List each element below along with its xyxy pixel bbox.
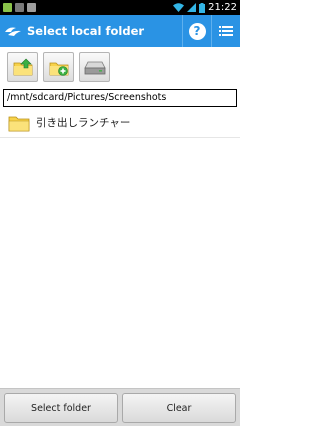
photo-icon bbox=[15, 3, 24, 12]
bottom-action-bar: Select folder Clear bbox=[0, 388, 240, 426]
storage-drive-icon bbox=[83, 61, 106, 75]
clear-button[interactable]: Clear bbox=[122, 393, 236, 423]
app-logo-icon[interactable] bbox=[2, 20, 24, 42]
new-folder-button[interactable] bbox=[43, 52, 74, 82]
list-menu-icon bbox=[219, 26, 233, 36]
parent-folder-button[interactable] bbox=[7, 52, 38, 82]
notification-icons bbox=[3, 3, 36, 12]
wifi-icon bbox=[173, 3, 185, 12]
app-bar: Select local folder ? bbox=[0, 15, 240, 47]
battery-icon bbox=[199, 2, 206, 13]
status-bar: 21:22 bbox=[0, 0, 240, 15]
help-button[interactable]: ? bbox=[183, 15, 211, 47]
status-time: 21:22 bbox=[208, 2, 237, 13]
folder-name: 引き出しランチャー bbox=[36, 117, 131, 129]
help-icon: ? bbox=[188, 22, 206, 40]
select-folder-button[interactable]: Select folder bbox=[4, 393, 118, 423]
storage-drive-button[interactable] bbox=[79, 52, 110, 82]
new-folder-icon bbox=[49, 62, 68, 76]
menu-button[interactable] bbox=[212, 15, 240, 47]
list-item[interactable]: 引き出しランチャー bbox=[0, 108, 240, 138]
page-title: Select local folder bbox=[27, 24, 145, 38]
signal-icon bbox=[187, 3, 197, 12]
parent-folder-icon bbox=[13, 58, 32, 76]
image-icon bbox=[27, 3, 36, 12]
current-path: /mnt/sdcard/Pictures/Screenshots bbox=[3, 89, 237, 107]
folder-toolbar bbox=[0, 47, 240, 87]
folder-list: 引き出しランチャー bbox=[0, 108, 240, 388]
notification-icon bbox=[3, 3, 12, 12]
folder-icon bbox=[8, 116, 30, 131]
